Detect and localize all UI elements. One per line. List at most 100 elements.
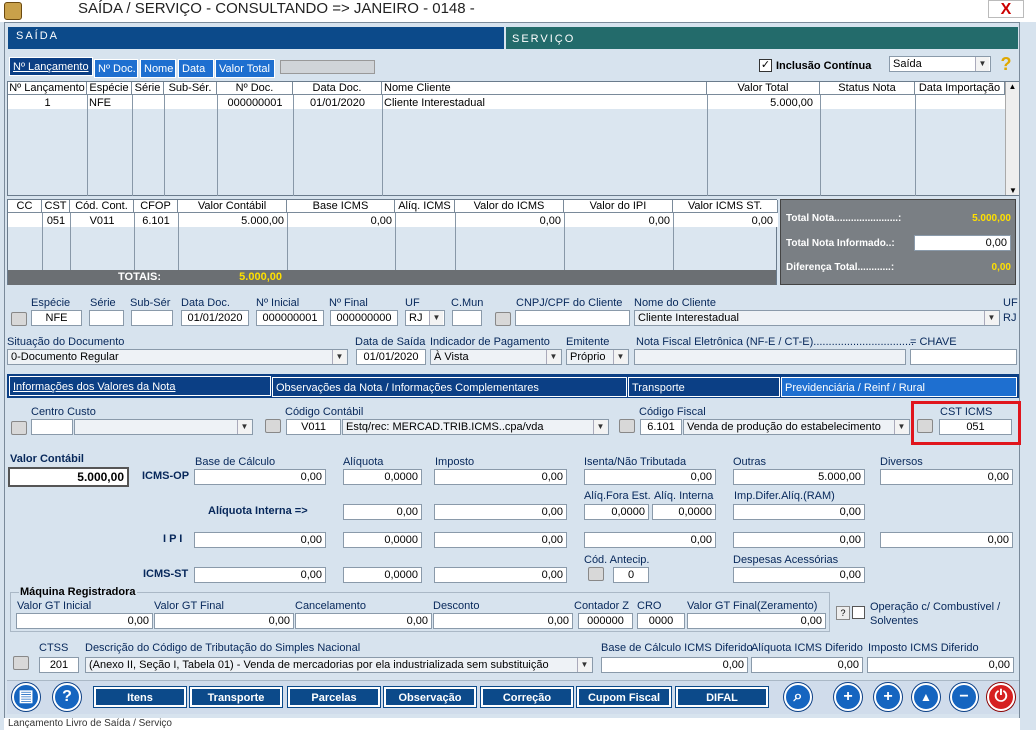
sort-tab-doc[interactable]: Nº Doc. [94, 59, 138, 78]
chave-field[interactable] [910, 349, 1017, 365]
correcao-button[interactable]: Correção [480, 686, 574, 708]
gt-ini-field[interactable]: 0,00 [16, 613, 153, 629]
table-row-cell[interactable]: 0,00 [673, 215, 773, 227]
table-row-cell[interactable]: 000000001 [217, 97, 293, 109]
emitente-select[interactable]: Próprio ▼ [566, 349, 629, 365]
ipi-isenta-field[interactable]: 0,00 [584, 532, 716, 548]
col-nome-cliente[interactable]: Nome Cliente [382, 82, 707, 95]
plus-icon[interactable]: + [874, 683, 902, 711]
key-icon[interactable] [619, 419, 635, 433]
cupom-fiscal-button[interactable]: Cupom Fiscal [576, 686, 672, 708]
col-data-import[interactable]: Data Importação [915, 82, 1005, 95]
nfe-field[interactable] [634, 349, 906, 365]
centro-custo-field[interactable] [31, 419, 73, 435]
indpag-select[interactable]: À Vista ▼ [430, 349, 562, 365]
table-row-cell[interactable]: Cliente Interestadual [384, 97, 704, 109]
codcont-desc[interactable]: Estq/rec: MERCAD.TRIB.ICMS..cpa/vda ▼ [342, 419, 609, 435]
simples-desc-field[interactable]: (Anexo II, Seção I, Tabela 01) - Venda d… [85, 657, 593, 673]
ninicial-field[interactable]: 000000001 [256, 310, 324, 326]
serie-field[interactable] [89, 310, 124, 326]
sort-search-field[interactable] [280, 60, 375, 74]
tipo-select[interactable]: Saída ▼ [889, 56, 991, 72]
aliq-int-base-field[interactable]: 0,00 [343, 504, 422, 520]
col-valor-total[interactable]: Valor Total [707, 82, 820, 95]
col-valor-ipi[interactable]: Valor do IPI [564, 200, 673, 213]
aliq-dif-field[interactable]: 0,00 [751, 657, 863, 673]
key-icon[interactable] [265, 419, 281, 433]
col-cst[interactable]: CST [42, 200, 70, 213]
key-icon[interactable] [588, 567, 604, 581]
inclusao-checkbox[interactable]: ✓ [759, 59, 772, 72]
datasaida-field[interactable]: 01/01/2020 [356, 349, 426, 365]
col-icms-st[interactable]: Valor ICMS ST. [673, 200, 778, 213]
icms-isenta-field[interactable]: 0,00 [584, 469, 716, 485]
aliq-fora-field[interactable]: 0,0000 [584, 504, 649, 520]
sort-tab-data[interactable]: Data [178, 59, 214, 78]
icms-diversos-field[interactable]: 0,00 [880, 469, 1013, 485]
key-icon[interactable] [11, 312, 27, 326]
col-base-icms[interactable]: Base ICMS [287, 200, 395, 213]
uf-select[interactable]: RJ ▼ [405, 310, 445, 326]
icms-outras-field[interactable]: 5.000,00 [733, 469, 865, 485]
table-row-cell[interactable]: V011 [70, 215, 134, 227]
tab-observacoes[interactable]: Observações da Nota / Informações Comple… [272, 377, 627, 397]
col-especie[interactable]: Espécie [87, 82, 132, 95]
key-icon[interactable] [13, 656, 29, 670]
ipi-imposto-field[interactable]: 0,00 [434, 532, 567, 548]
col-ndoc[interactable]: Nº Doc. [217, 82, 293, 95]
itens-button[interactable]: Itens [93, 686, 187, 708]
sort-tab-lancamento[interactable]: Nº Lançamento [9, 57, 93, 76]
imp-difer-field[interactable]: 0,00 [733, 504, 865, 520]
icms-base-field[interactable]: 0,00 [194, 469, 326, 485]
despesas-field[interactable]: 0,00 [733, 567, 865, 583]
col-codcont[interactable]: Cód. Cont. [70, 200, 134, 213]
aliq-interna2-field[interactable]: 0,0000 [652, 504, 716, 520]
situacao-select[interactable]: 0-Documento Regular ▼ [7, 349, 348, 365]
key-icon[interactable] [917, 419, 933, 433]
codcont-field[interactable]: V011 [286, 419, 341, 435]
sort-tab-valor-total[interactable]: Valor Total [215, 59, 275, 78]
gt-fin-field[interactable]: 0,00 [154, 613, 294, 629]
table-row-cell[interactable]: NFE [89, 97, 132, 109]
icms-aliq-field[interactable]: 0,0000 [343, 469, 422, 485]
st-aliq-field[interactable]: 0,0000 [343, 567, 422, 583]
centro-custo-desc[interactable]: ▼ [74, 419, 253, 435]
col-cfop[interactable]: CFOP [134, 200, 178, 213]
st-base-field[interactable]: 0,00 [194, 567, 326, 583]
aliq-int-aliq-field[interactable]: 0,00 [434, 504, 567, 520]
nome-cliente-field[interactable]: Cliente Interestadual ▼ [634, 310, 1000, 326]
total-informado-field[interactable]: 0,00 [914, 235, 1011, 251]
items-grid[interactable]: CC CST Cód. Cont. CFOP Valor Contábil Ba… [7, 199, 778, 285]
table-row-cell[interactable]: 0,00 [287, 215, 392, 227]
cst-field[interactable]: 051 [939, 419, 1012, 435]
cro-field[interactable]: 0000 [637, 613, 685, 629]
gt-zer-field[interactable]: 0,00 [687, 613, 826, 629]
col-aliq-icms[interactable]: Alíq. ICMS [395, 200, 455, 213]
subser-field[interactable] [131, 310, 173, 326]
col-serie[interactable]: Série [132, 82, 164, 95]
codfis-desc[interactable]: Venda de produção do estabelecimento ▼ [683, 419, 910, 435]
cnpj-field[interactable] [515, 310, 630, 326]
parcelas-button[interactable]: Parcelas [287, 686, 381, 708]
col-valor-icms[interactable]: Valor do ICMS [455, 200, 564, 213]
combustivel-checkbox[interactable] [852, 606, 865, 619]
datadoc-field[interactable]: 01/01/2020 [181, 310, 249, 326]
key-icon[interactable] [495, 312, 511, 326]
ctss-field[interactable]: 201 [39, 657, 79, 673]
observacao-button[interactable]: Observação [383, 686, 477, 708]
tab-transporte[interactable]: Transporte [628, 377, 780, 397]
st-imposto-field[interactable]: 0,00 [434, 567, 567, 583]
table-row-cell[interactable]: 1 [8, 97, 87, 109]
up-icon[interactable]: ▲ [912, 683, 940, 711]
question-icon[interactable]: ? [836, 606, 850, 620]
col-cc[interactable]: CC [8, 200, 42, 213]
add-search-icon[interactable]: + [834, 683, 862, 711]
nfinal-field[interactable]: 000000000 [330, 310, 398, 326]
table-row-cell[interactable]: 5.000,00 [178, 215, 284, 227]
ipi-aliq-field[interactable]: 0,0000 [343, 532, 422, 548]
table-row-cell[interactable]: 01/01/2020 [293, 97, 382, 109]
tab-informacoes[interactable]: Informações dos Valores da Nota [9, 376, 271, 396]
notes-scrollbar[interactable]: ▲ ▼ [1005, 82, 1019, 195]
key-icon[interactable] [11, 421, 27, 435]
col-datadoc[interactable]: Data Doc. [293, 82, 382, 95]
